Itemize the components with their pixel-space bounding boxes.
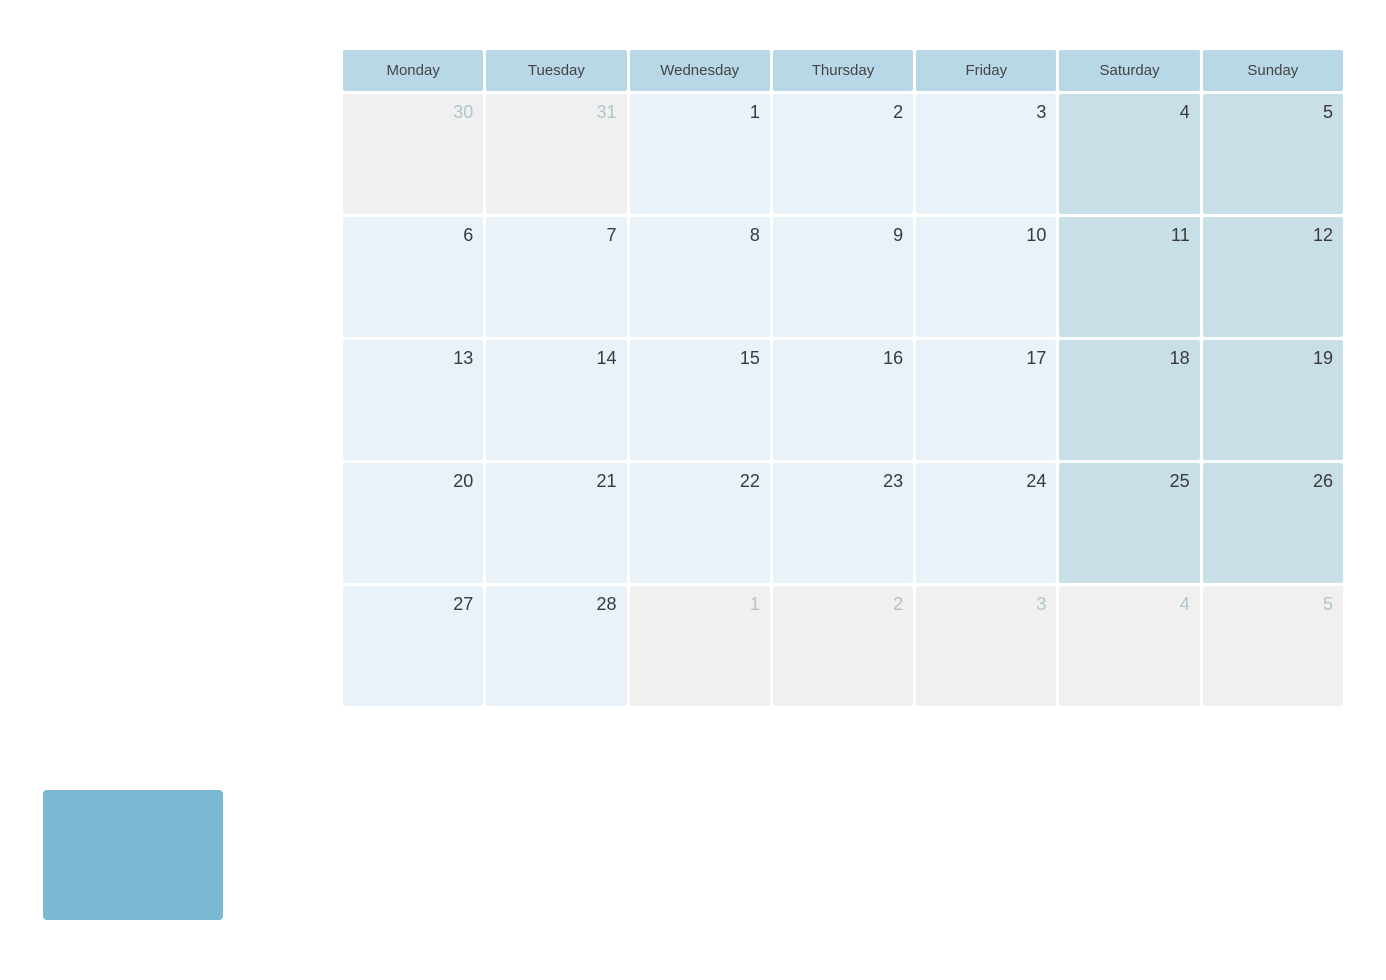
header-cell-tuesday: Tuesday [486, 50, 626, 91]
day-cell-w5-d4[interactable]: 2 [773, 586, 913, 706]
day-cell-w3-d2[interactable]: 14 [486, 340, 626, 460]
day-cell-w4-d1[interactable]: 20 [343, 463, 483, 583]
day-number: 27 [453, 594, 473, 615]
day-number: 15 [740, 348, 760, 369]
day-number: 1 [750, 594, 760, 615]
day-cell-w5-d1[interactable]: 27 [343, 586, 483, 706]
day-cell-w2-d6[interactable]: 11 [1059, 217, 1199, 337]
day-cell-w5-d3[interactable]: 1 [630, 586, 770, 706]
day-cell-w1-d4[interactable]: 2 [773, 94, 913, 214]
day-number: 17 [1026, 348, 1046, 369]
day-cell-w1-d1[interactable]: 30 [343, 94, 483, 214]
day-number: 13 [453, 348, 473, 369]
day-number: 1 [750, 102, 760, 123]
header-cell-monday: Monday [343, 50, 483, 91]
day-cell-w3-d1[interactable]: 13 [343, 340, 483, 460]
day-number: 12 [1313, 225, 1333, 246]
week-row-3: 13 14 15 16 17 18 19 [343, 340, 1343, 460]
day-cell-w5-d5[interactable]: 3 [916, 586, 1056, 706]
calendar-grid: MondayTuesdayWednesdayThursdayFridaySatu… [343, 50, 1343, 706]
day-cell-w3-d5[interactable]: 17 [916, 340, 1056, 460]
month-year-block [43, 50, 343, 70]
day-cell-w3-d6[interactable]: 18 [1059, 340, 1199, 460]
day-cell-w1-d2[interactable]: 31 [486, 94, 626, 214]
day-number: 8 [750, 225, 760, 246]
day-cell-w4-d5[interactable]: 24 [916, 463, 1056, 583]
day-cell-w3-d4[interactable]: 16 [773, 340, 913, 460]
day-cell-w2-d3[interactable]: 8 [630, 217, 770, 337]
day-cell-w2-d1[interactable]: 6 [343, 217, 483, 337]
header-cell-friday: Friday [916, 50, 1056, 91]
day-cell-w5-d6[interactable]: 4 [1059, 586, 1199, 706]
day-cell-w1-d3[interactable]: 1 [630, 94, 770, 214]
day-number: 14 [597, 348, 617, 369]
day-number: 30 [453, 102, 473, 123]
day-number: 4 [1180, 102, 1190, 123]
day-number: 7 [607, 225, 617, 246]
header-cell-saturday: Saturday [1059, 50, 1199, 91]
day-number: 3 [1036, 594, 1046, 615]
day-cell-w4-d2[interactable]: 21 [486, 463, 626, 583]
day-number: 5 [1323, 102, 1333, 123]
day-number: 9 [893, 225, 903, 246]
day-number: 18 [1170, 348, 1190, 369]
month-badge [43, 790, 223, 920]
day-number: 24 [1026, 471, 1046, 492]
header-cell-thursday: Thursday [773, 50, 913, 91]
week-row-4: 20 21 22 23 24 25 26 [343, 463, 1343, 583]
day-cell-w4-d4[interactable]: 23 [773, 463, 913, 583]
left-panel [43, 50, 343, 930]
week-row-1: 30 31 1 2 3 4 5 [343, 94, 1343, 214]
day-cell-w5-d2[interactable]: 28 [486, 586, 626, 706]
day-cell-w2-d4[interactable]: 9 [773, 217, 913, 337]
day-number: 21 [597, 471, 617, 492]
day-cell-w1-d5[interactable]: 3 [916, 94, 1056, 214]
day-number: 11 [1171, 225, 1190, 246]
header-cell-sunday: Sunday [1203, 50, 1343, 91]
day-number: 2 [893, 102, 903, 123]
day-cell-w4-d3[interactable]: 22 [630, 463, 770, 583]
day-number: 3 [1036, 102, 1046, 123]
day-number: 31 [597, 102, 617, 123]
day-number: 25 [1170, 471, 1190, 492]
day-number: 5 [1323, 594, 1333, 615]
header-cell-wednesday: Wednesday [630, 50, 770, 91]
week-row-2: 6 7 8 9 10 11 12 [343, 217, 1343, 337]
day-number: 10 [1026, 225, 1046, 246]
day-number: 22 [740, 471, 760, 492]
day-number: 16 [883, 348, 903, 369]
day-cell-w2-d2[interactable]: 7 [486, 217, 626, 337]
day-number: 20 [453, 471, 473, 492]
day-cell-w1-d7[interactable]: 5 [1203, 94, 1343, 214]
day-number: 19 [1313, 348, 1333, 369]
day-cell-w2-d7[interactable]: 12 [1203, 217, 1343, 337]
day-cell-w2-d5[interactable]: 10 [916, 217, 1056, 337]
day-cell-w1-d6[interactable]: 4 [1059, 94, 1199, 214]
day-cell-w4-d7[interactable]: 26 [1203, 463, 1343, 583]
day-cell-w5-d7[interactable]: 5 [1203, 586, 1343, 706]
day-number: 23 [883, 471, 903, 492]
day-number: 26 [1313, 471, 1333, 492]
day-number: 2 [893, 594, 903, 615]
calendar-container: MondayTuesdayWednesdayThursdayFridaySatu… [43, 50, 1343, 930]
week-row-5: 27 28 1 2 3 4 5 [343, 586, 1343, 706]
day-cell-w3-d3[interactable]: 15 [630, 340, 770, 460]
day-number: 4 [1180, 594, 1190, 615]
weekday-header-row: MondayTuesdayWednesdayThursdayFridaySatu… [343, 50, 1343, 91]
day-cell-w3-d7[interactable]: 19 [1203, 340, 1343, 460]
day-number: 28 [597, 594, 617, 615]
day-cell-w4-d6[interactable]: 25 [1059, 463, 1199, 583]
day-number: 6 [463, 225, 473, 246]
